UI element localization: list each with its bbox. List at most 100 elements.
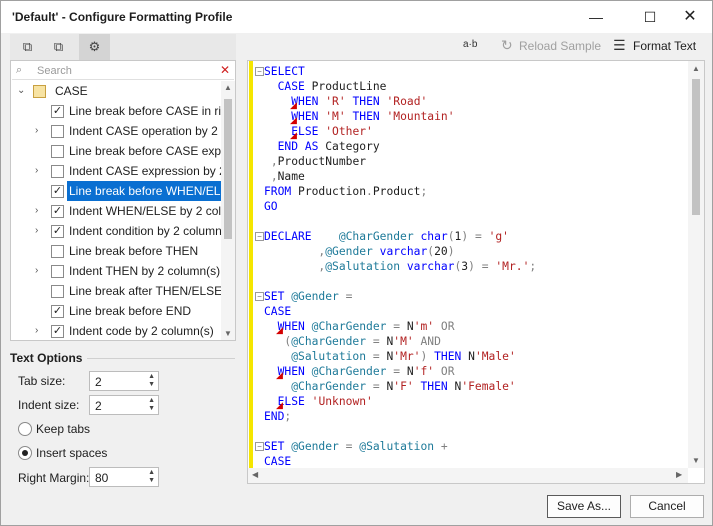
chevron-icon[interactable]: ›	[35, 221, 45, 241]
option-checkbox[interactable]: ✓	[51, 305, 64, 318]
code-line: SET @Gender =	[264, 289, 352, 304]
scroll-left-icon[interactable]: ◀	[252, 470, 258, 479]
editor-horizontal-scrollbar[interactable]: ◀ ▶	[248, 468, 688, 483]
decrement-icon[interactable]: ▼	[148, 381, 155, 388]
option-checkbox[interactable]: ✓	[51, 105, 64, 118]
indent-size-value[interactable]: 2	[95, 399, 102, 413]
indent-size-stepper[interactable]: 2 ▲ ▼	[89, 395, 159, 415]
tree-item[interactable]: › Indent CASE expression by 2 c	[11, 161, 221, 181]
tree-item[interactable]: › Indent THEN by 2 column(s)	[11, 261, 221, 281]
fold-toggle-icon[interactable]: −	[255, 232, 264, 241]
tree-item[interactable]: › ✓ Indent code by 2 column(s)	[11, 321, 221, 341]
tree-item-label[interactable]: Line break before THEN	[67, 241, 200, 261]
decrement-icon[interactable]: ▼	[148, 477, 155, 484]
tree-item[interactable]: ✓ Line break before WHEN/ELSE	[11, 181, 221, 201]
code-token: N	[447, 380, 462, 393]
tree-item-label[interactable]: Indent CASE operation by 2 col	[67, 121, 221, 141]
option-checkbox[interactable]	[51, 165, 64, 178]
code-line: SET @Gender = @Salutation +	[264, 439, 448, 454]
right-margin-value[interactable]: 80	[95, 471, 108, 485]
tree-item[interactable]: › ✓Indent WHEN/ELSE by 2 column	[11, 201, 221, 221]
code-token: varchar	[406, 260, 455, 273]
gear-icon[interactable]: ⚙	[79, 34, 110, 60]
fold-toggle-icon[interactable]: −	[255, 442, 264, 451]
scroll-up-icon[interactable]: ▲	[692, 64, 700, 73]
insert-spaces-radio[interactable]	[18, 446, 32, 460]
tree-item-label[interactable]: Indent THEN by 2 column(s)	[67, 261, 221, 281]
fold-toggle-icon[interactable]: −	[255, 292, 264, 301]
tree-item-label[interactable]: Line break after THEN/ELSE	[67, 281, 221, 301]
cancel-button[interactable]: Cancel	[630, 495, 704, 518]
chevron-icon[interactable]: ›	[35, 201, 45, 221]
fold-toggle-icon[interactable]: −	[255, 67, 264, 76]
option-checkbox[interactable]: ✓	[51, 225, 64, 238]
option-checkbox[interactable]	[51, 245, 64, 258]
decrement-icon[interactable]: ▼	[148, 405, 155, 412]
save-as-button[interactable]: Save As...	[547, 495, 621, 518]
tree-item[interactable]: ✓ Line break before END	[11, 301, 221, 321]
collapse-all-icon[interactable]: ⧉	[43, 34, 74, 60]
clear-search-icon[interactable]: ✕	[220, 63, 230, 77]
tree-item[interactable]: Line break before THEN	[11, 241, 221, 261]
tree-item-label[interactable]: Line break before CASE in right	[67, 101, 221, 121]
code-line: @CharGender = N'F' THEN N'Female'	[264, 379, 516, 394]
format-text-button[interactable]: Format Text	[633, 39, 696, 53]
tree-item-label[interactable]: Indent code by 2 column(s)	[67, 321, 216, 341]
reload-sample-button[interactable]: Reload Sample	[519, 39, 601, 53]
tree-item-label[interactable]: CASE	[53, 81, 90, 101]
tree-scrollbar[interactable]: ▲ ▼	[221, 81, 235, 340]
insert-spaces-label[interactable]: Insert spaces	[36, 446, 107, 460]
chevron-icon[interactable]: ›	[35, 321, 45, 341]
increment-icon[interactable]: ▲	[148, 373, 155, 380]
format-icon: ☰	[613, 37, 626, 53]
option-checkbox[interactable]	[51, 125, 64, 138]
increment-icon[interactable]: ▲	[148, 397, 155, 404]
tree-item-label[interactable]: Indent WHEN/ELSE by 2 column	[67, 201, 221, 221]
tree-item-label[interactable]: Line break before WHEN/ELSE	[67, 181, 221, 201]
option-checkbox[interactable]	[51, 265, 64, 278]
tree-item-label[interactable]: Indent CASE expression by 2 c	[67, 161, 221, 181]
sql-preview-editor[interactable]: − SELECT CASE ProductLine WHEN 'R' THEN '…	[247, 60, 705, 484]
chevron-icon[interactable]: ›	[35, 161, 45, 181]
tree-group-case[interactable]: ⌄ CASE	[11, 81, 221, 101]
code-token: END	[264, 410, 285, 423]
option-checkbox[interactable]	[51, 145, 64, 158]
tab-size-value[interactable]: 2	[95, 375, 102, 389]
code-token: CASE	[264, 455, 292, 468]
chevron-icon[interactable]: ›	[35, 121, 45, 141]
right-margin-stepper[interactable]: 80 ▲ ▼	[89, 467, 159, 487]
chevron-icon[interactable]: ⌄	[17, 81, 27, 101]
tree-scroll-thumb[interactable]	[224, 99, 232, 239]
keep-tabs-label[interactable]: Keep tabs	[36, 422, 90, 436]
tab-size-stepper[interactable]: 2 ▲ ▼	[89, 371, 159, 391]
toggle-case-icon[interactable]: a·b	[463, 39, 477, 50]
search-input[interactable]: ⌕ Search ✕	[12, 62, 234, 80]
tree-item[interactable]: ✓ Line break before CASE in right	[11, 101, 221, 121]
minimize-button[interactable]: —	[573, 1, 619, 33]
tree-item-label[interactable]: Indent condition by 2 column(s)	[67, 221, 221, 241]
scroll-right-icon[interactable]: ▶	[676, 470, 682, 479]
scroll-down-icon[interactable]: ▼	[692, 456, 700, 465]
keep-tabs-radio[interactable]	[18, 422, 32, 436]
option-checkbox[interactable]	[51, 285, 64, 298]
tree-item-label[interactable]: Line break before END	[67, 301, 193, 321]
tree-item[interactable]: Line break after THEN/ELSE	[11, 281, 221, 301]
increment-icon[interactable]: ▲	[148, 469, 155, 476]
search-icon: ⌕	[16, 64, 23, 76]
scroll-up-icon[interactable]: ▲	[224, 83, 232, 92]
editor-vertical-scrollbar[interactable]: ▲ ▼	[688, 61, 704, 468]
chevron-icon[interactable]: ›	[35, 261, 45, 281]
code-token: ProductLine	[304, 80, 387, 93]
tree-item[interactable]: Line break before CASE expres	[11, 141, 221, 161]
option-checkbox[interactable]: ✓	[51, 325, 64, 338]
tree-item[interactable]: › Indent CASE operation by 2 col	[11, 121, 221, 141]
tree-item[interactable]: › ✓ Indent condition by 2 column(s)	[11, 221, 221, 241]
option-checkbox[interactable]: ✓	[51, 205, 64, 218]
tree-item-label[interactable]: Line break before CASE expres	[67, 141, 221, 161]
option-checkbox[interactable]: ✓	[51, 185, 64, 198]
editor-scroll-thumb[interactable]	[692, 79, 700, 215]
expand-all-icon[interactable]: ⧉	[12, 34, 43, 60]
scroll-down-icon[interactable]: ▼	[224, 329, 232, 338]
close-button[interactable]: ✕	[667, 1, 713, 33]
